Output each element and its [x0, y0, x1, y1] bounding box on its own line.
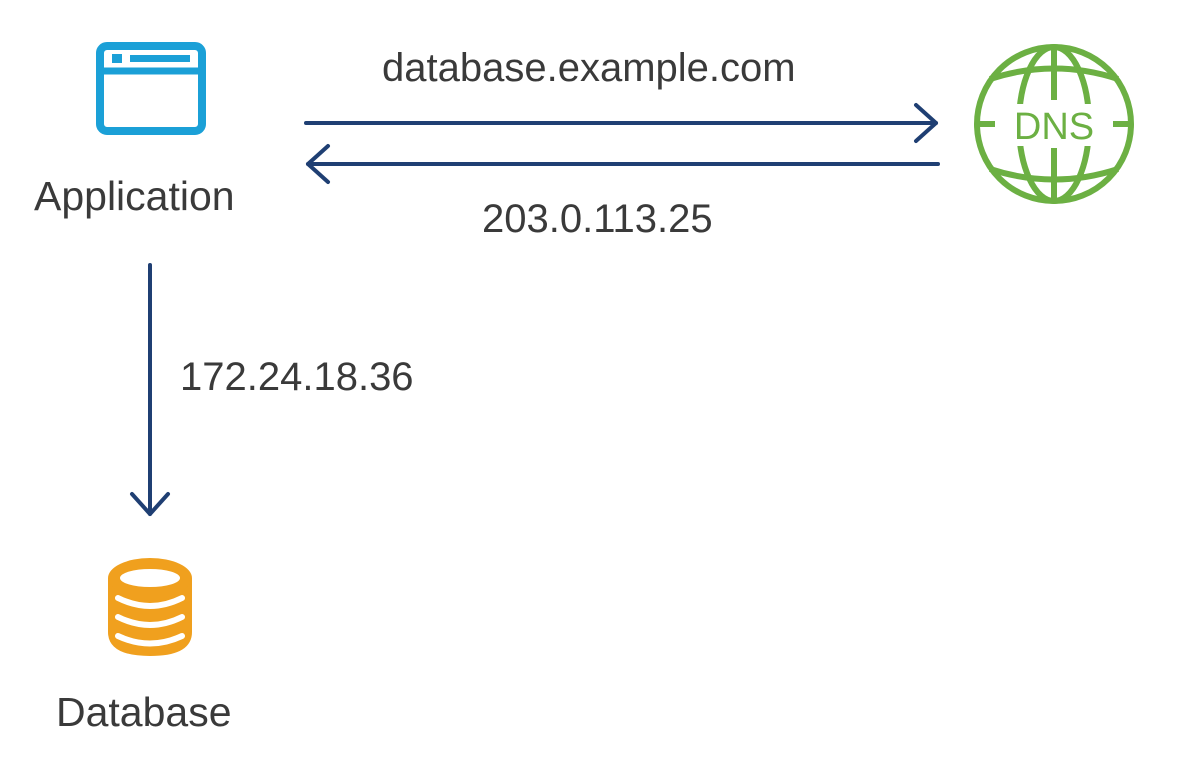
dns-response-ip-label: 203.0.113.25 [482, 197, 713, 241]
database-icon [108, 558, 192, 656]
diagram-canvas: DNS Application Database database.exampl… [0, 0, 1194, 781]
query-arrow [304, 103, 938, 143]
query-hostname-label: database.example.com [382, 46, 796, 90]
dns-label: DNS [1014, 106, 1094, 148]
database-label: Database [56, 689, 232, 735]
database-connection-ip-label: 172.24.18.36 [180, 355, 414, 399]
browser-window-icon [96, 42, 206, 135]
connect-arrow [130, 263, 170, 516]
application-label: Application [34, 173, 235, 219]
answer-arrow [306, 144, 940, 184]
